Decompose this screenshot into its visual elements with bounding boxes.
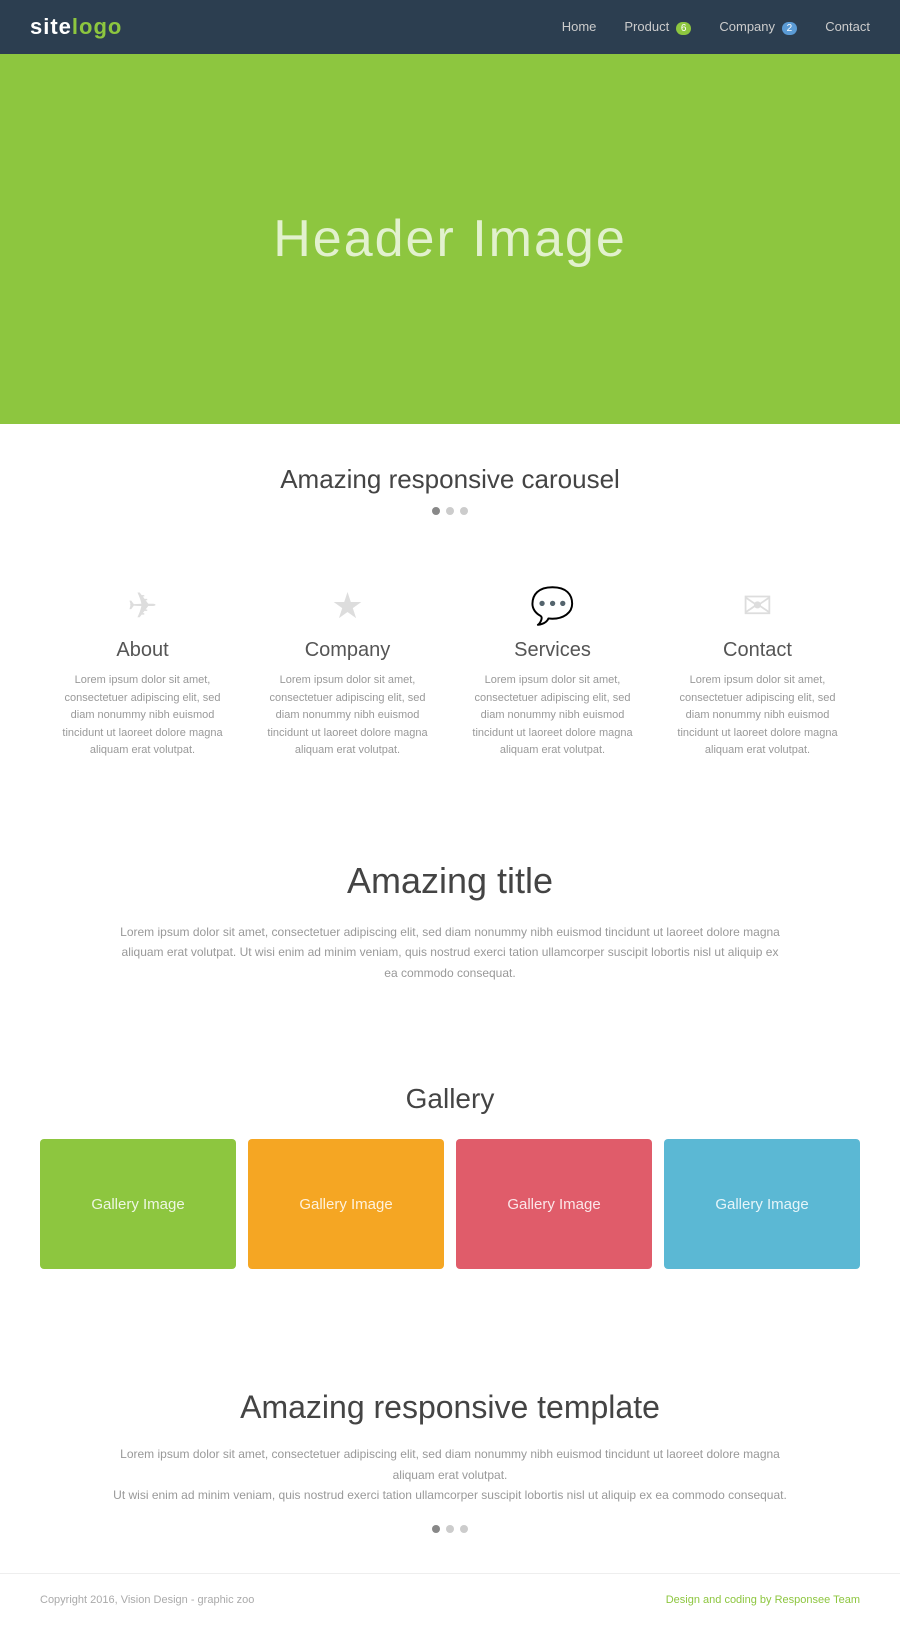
product-badge: 6 bbox=[676, 22, 692, 35]
feature-services-title: Services bbox=[470, 639, 635, 662]
amazing-title: Amazing title bbox=[120, 860, 780, 902]
gallery-item-3-label: Gallery Image bbox=[507, 1196, 600, 1213]
hero-section: Header Image bbox=[0, 54, 900, 424]
gallery-section: Gallery Gallery Image Gallery Image Gall… bbox=[0, 1063, 900, 1329]
site-logo[interactable]: sitelogo bbox=[30, 14, 122, 40]
feature-about-title: About bbox=[60, 639, 225, 662]
nav-item-product[interactable]: Product 6 bbox=[624, 18, 691, 36]
company-icon: ★ bbox=[265, 585, 430, 627]
nav-link-product[interactable]: Product 6 bbox=[624, 19, 691, 34]
template-dots bbox=[100, 1525, 800, 1533]
company-badge: 2 bbox=[782, 22, 798, 35]
logo-brand-text: logo bbox=[72, 14, 122, 39]
about-icon: ✈ bbox=[60, 585, 225, 627]
gallery-item-2-label: Gallery Image bbox=[299, 1196, 392, 1213]
gallery-item-1[interactable]: Gallery Image bbox=[40, 1139, 236, 1269]
contact-icon: ✉ bbox=[675, 585, 840, 627]
gallery-grid: Gallery Image Gallery Image Gallery Imag… bbox=[40, 1139, 860, 1269]
feature-contact: ✉ Contact Lorem ipsum dolor sit amet, co… bbox=[655, 585, 860, 760]
gallery-item-1-label: Gallery Image bbox=[91, 1196, 184, 1213]
feature-contact-title: Contact bbox=[675, 639, 840, 662]
carousel-title: Amazing responsive carousel bbox=[60, 464, 840, 495]
feature-contact-text: Lorem ipsum dolor sit amet, consectetuer… bbox=[675, 672, 840, 760]
template-text: Lorem ipsum dolor sit amet, consectetuer… bbox=[100, 1444, 800, 1505]
gallery-item-4-label: Gallery Image bbox=[715, 1196, 808, 1213]
navbar: sitelogo Home Product 6 Company 2 Contac… bbox=[0, 0, 900, 54]
feature-services: 💬 Services Lorem ipsum dolor sit amet, c… bbox=[450, 585, 655, 760]
nav-link-home[interactable]: Home bbox=[562, 19, 597, 34]
footer-credit: Design and coding by Responsee Team bbox=[666, 1594, 860, 1606]
template-dot-1[interactable] bbox=[432, 1525, 440, 1533]
template-dot-3[interactable] bbox=[460, 1525, 468, 1533]
hero-title: Header Image bbox=[273, 209, 627, 269]
nav-item-company[interactable]: Company 2 bbox=[719, 18, 797, 36]
feature-company-title: Company bbox=[265, 639, 430, 662]
feature-about-text: Lorem ipsum dolor sit amet, consectetuer… bbox=[60, 672, 225, 760]
template-section: Amazing responsive template Lorem ipsum … bbox=[0, 1329, 900, 1573]
nav-item-home[interactable]: Home bbox=[562, 18, 597, 36]
gallery-item-2[interactable]: Gallery Image bbox=[248, 1139, 444, 1269]
footer: Copyright 2016, Vision Design - graphic … bbox=[0, 1573, 900, 1626]
feature-services-text: Lorem ipsum dolor sit amet, consectetuer… bbox=[470, 672, 635, 760]
gallery-title: Gallery bbox=[40, 1083, 860, 1115]
nav-link-company[interactable]: Company 2 bbox=[719, 19, 797, 34]
main-content: Amazing responsive carousel ✈ About Lore… bbox=[0, 424, 900, 1573]
template-dot-2[interactable] bbox=[446, 1525, 454, 1533]
logo-site-text: site bbox=[30, 14, 72, 39]
gallery-item-4[interactable]: Gallery Image bbox=[664, 1139, 860, 1269]
feature-company: ★ Company Lorem ipsum dolor sit amet, co… bbox=[245, 585, 450, 760]
amazing-title-text: Lorem ipsum dolor sit amet, consectetuer… bbox=[120, 922, 780, 983]
nav-links: Home Product 6 Company 2 Contact bbox=[562, 18, 870, 36]
footer-copyright: Copyright 2016, Vision Design - graphic … bbox=[40, 1594, 254, 1606]
amazing-title-section: Amazing title Lorem ipsum dolor sit amet… bbox=[0, 820, 900, 1063]
carousel-dot-3[interactable] bbox=[460, 507, 468, 515]
services-icon: 💬 bbox=[470, 585, 635, 627]
feature-company-text: Lorem ipsum dolor sit amet, consectetuer… bbox=[265, 672, 430, 760]
nav-link-contact[interactable]: Contact bbox=[825, 19, 870, 34]
carousel-dot-1[interactable] bbox=[432, 507, 440, 515]
carousel-dot-2[interactable] bbox=[446, 507, 454, 515]
features-grid: ✈ About Lorem ipsum dolor sit amet, cons… bbox=[0, 565, 900, 820]
nav-item-contact[interactable]: Contact bbox=[825, 18, 870, 36]
carousel-section: Amazing responsive carousel bbox=[0, 424, 900, 565]
carousel-dots bbox=[60, 507, 840, 515]
gallery-item-3[interactable]: Gallery Image bbox=[456, 1139, 652, 1269]
feature-about: ✈ About Lorem ipsum dolor sit amet, cons… bbox=[40, 585, 245, 760]
